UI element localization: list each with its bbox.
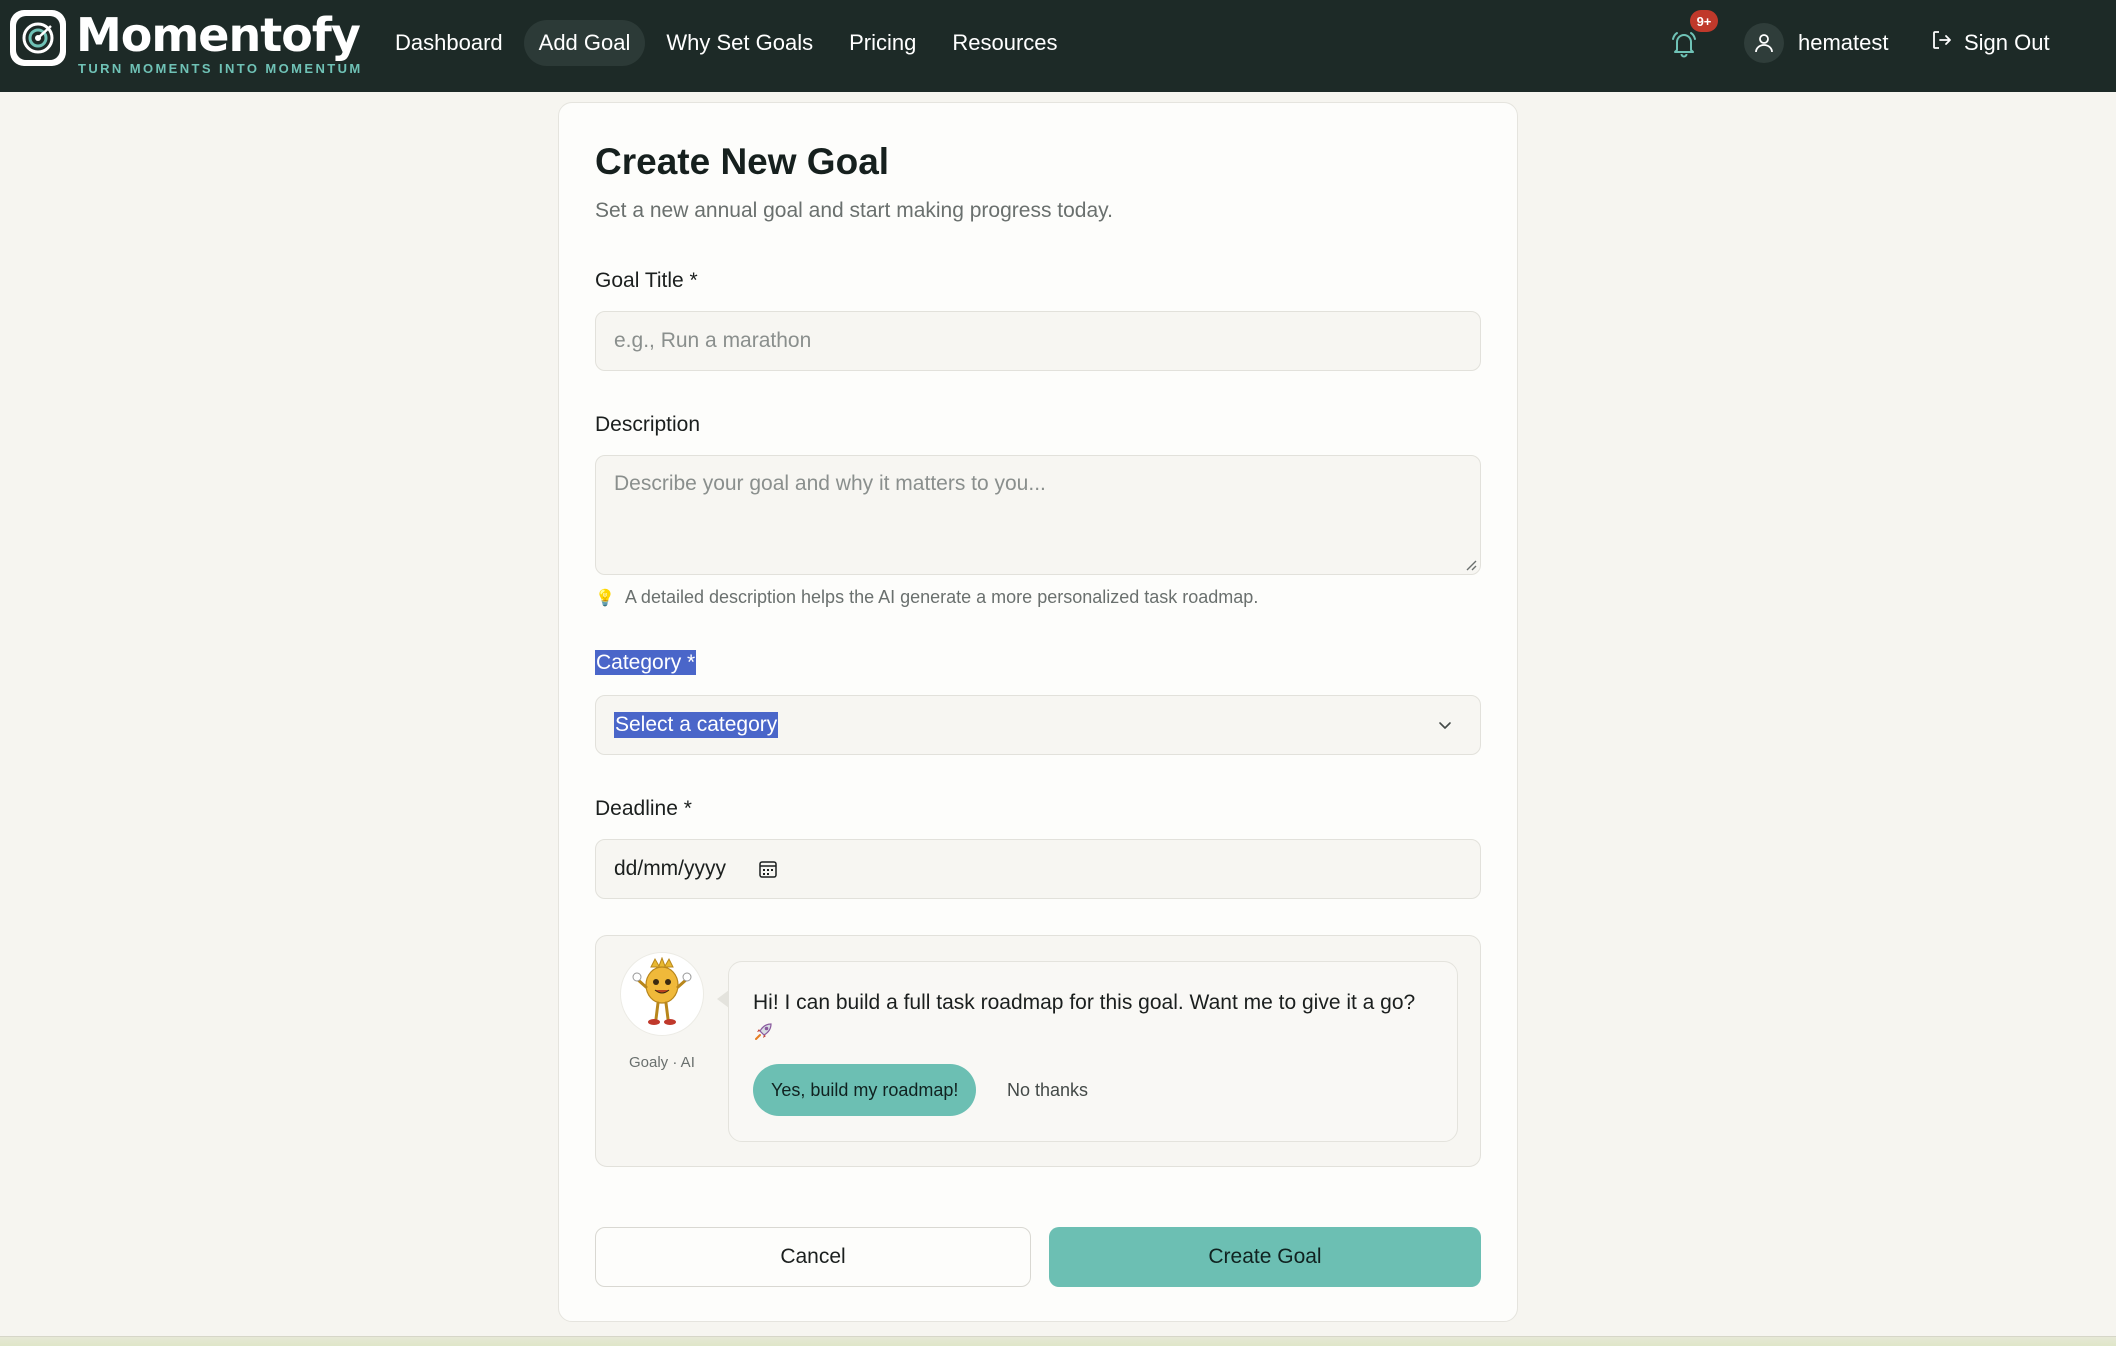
nav-item-add-goal[interactable]: Add Goal	[523, 20, 646, 66]
create-goal-card: Create New Goal Set a new annual goal an…	[558, 102, 1518, 1322]
assistant-message-bubble: Hi! I can build a full task roadmap for …	[717, 961, 1458, 1142]
category-label-text: Category *	[595, 650, 697, 675]
nav-item-dashboard[interactable]: Dashboard	[380, 20, 518, 66]
top-nav-bar: Momentofy TURN MOMENTS INTO MOMENTUM Das…	[0, 0, 2116, 92]
assistant-message-text: Hi! I can build a full task roadmap for …	[753, 991, 1416, 1014]
sign-out-label: Sign Out	[1964, 29, 2050, 55]
main-nav: Dashboard Add Goal Why Set Goals Pricing…	[380, 20, 1073, 66]
description-hint-text: A detailed description helps the AI gene…	[624, 587, 1259, 607]
create-goal-button[interactable]: Create Goal	[1049, 1227, 1481, 1287]
user-icon	[1744, 23, 1784, 63]
no-thanks-button[interactable]: No thanks	[1007, 1080, 1088, 1101]
nav-item-resources[interactable]: Resources	[937, 20, 1072, 66]
category-select[interactable]: Select a category	[595, 695, 1481, 755]
goal-title-label: Goal Title *	[595, 269, 698, 292]
nav-item-why-set-goals[interactable]: Why Set Goals	[651, 20, 828, 66]
app-logo-icon	[10, 10, 66, 66]
sign-out-icon	[1930, 28, 1954, 57]
deadline-label: Deadline *	[595, 797, 692, 820]
category-label: Category *	[595, 650, 697, 675]
description-placeholder: Describe your goal and why it matters to…	[614, 472, 1046, 495]
lightbulb-icon: 💡	[595, 589, 615, 607]
description-hint: 💡 A detailed description helps the AI ge…	[595, 587, 1258, 608]
chevron-down-icon	[1439, 722, 1451, 729]
assistant-name-label: Goaly · AI	[629, 1054, 695, 1071]
deadline-date-value: dd/mm/yyyy	[614, 857, 727, 880]
goaly-mascot-icon	[620, 952, 704, 1036]
sign-out-button[interactable]: Sign Out	[1930, 28, 2050, 57]
resize-handle-icon[interactable]	[1463, 557, 1477, 571]
page-subtitle: Set a new annual goal and start making p…	[595, 199, 1113, 222]
page-bottom-edge	[0, 1336, 2116, 1346]
notification-count-badge: 9+	[1690, 10, 1718, 32]
brand-name: Momentofy	[76, 8, 361, 62]
assistant-message: Hi! I can build a full task roadmap for …	[753, 988, 1433, 1051]
nav-item-pricing[interactable]: Pricing	[834, 20, 931, 66]
calendar-icon[interactable]	[758, 859, 778, 879]
rocket-icon	[753, 1020, 775, 1051]
description-label: Description	[595, 413, 701, 436]
username-label: hematest	[1798, 30, 1889, 55]
page-title: Create New Goal	[595, 141, 890, 182]
user-menu[interactable]: hematest	[1744, 23, 1889, 63]
category-selected-value: Select a category	[614, 712, 779, 738]
cancel-button[interactable]: Cancel	[595, 1227, 1031, 1287]
ai-assistant-panel: Goaly · AI Hi! I can build a full task r…	[595, 935, 1481, 1167]
brand-tagline: TURN MOMENTS INTO MOMENTUM	[78, 61, 363, 76]
build-roadmap-button[interactable]: Yes, build my roadmap!	[753, 1064, 977, 1116]
description-textarea[interactable]: Describe your goal and why it matters to…	[595, 455, 1481, 575]
goal-title-input[interactable]: e.g., Run a marathon	[595, 311, 1481, 371]
brand-logo-link[interactable]: Momentofy TURN MOMENTS INTO MOMENTUM	[10, 10, 363, 76]
deadline-date-input[interactable]: dd/mm/yyyy	[595, 839, 1481, 899]
goal-title-placeholder: e.g., Run a marathon	[614, 329, 812, 352]
